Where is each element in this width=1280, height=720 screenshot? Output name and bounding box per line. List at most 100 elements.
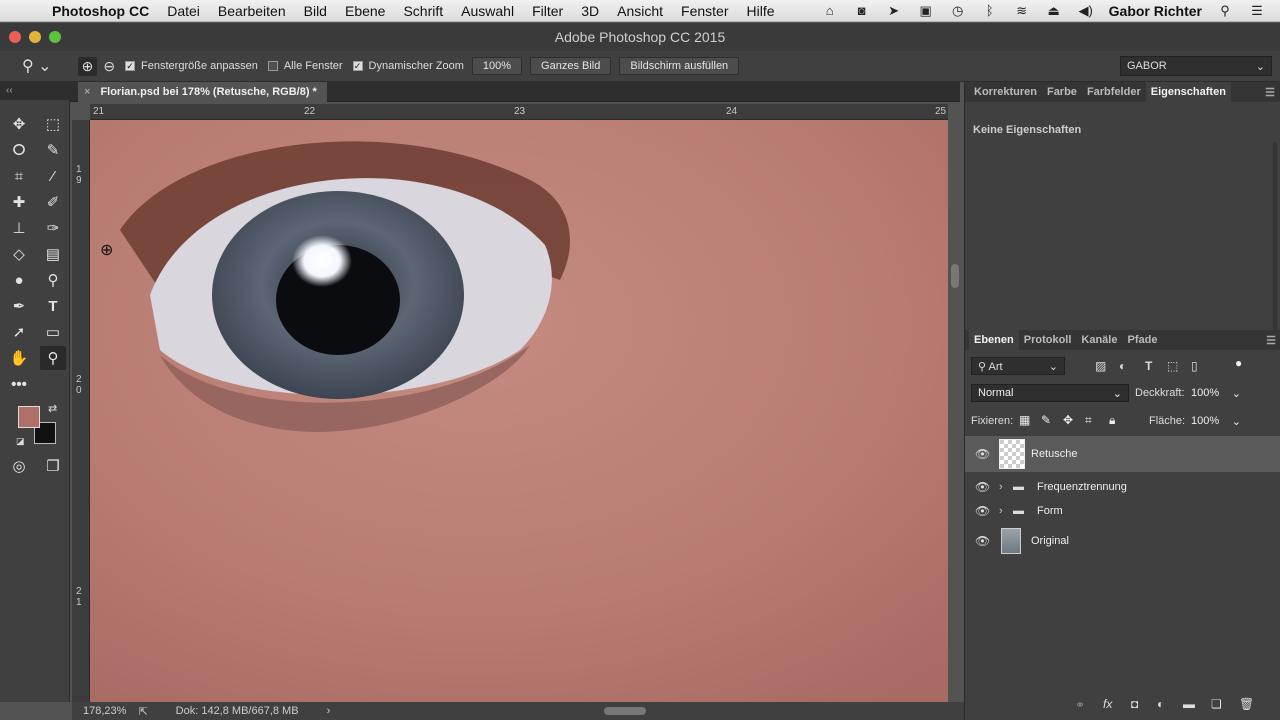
screen-mode-icon[interactable]: ❐ xyxy=(40,454,66,478)
vertical-scrollbar[interactable] xyxy=(948,104,964,702)
layer-row-form[interactable]: 👁︎ › ▬ Form xyxy=(965,500,1280,522)
lock-image-icon[interactable]: ✎ xyxy=(1041,413,1051,427)
layer-style-icon[interactable]: fx xyxy=(1103,697,1112,711)
tab-korrekturen[interactable]: Korrekturen xyxy=(969,86,1042,98)
quick-mask-icon[interactable]: ◎ xyxy=(6,454,32,478)
menu-app[interactable]: Photoshop CC xyxy=(42,3,158,19)
close-tab-icon[interactable]: × xyxy=(84,86,90,98)
new-layer-icon[interactable]: ❏ xyxy=(1211,697,1222,711)
move-tool-icon[interactable]: ✥ xyxy=(6,112,32,136)
workspace-select[interactable]: GABOR ⌄ xyxy=(1120,56,1272,76)
horizontal-ruler[interactable]: 21 22 23 24 25 xyxy=(90,104,948,120)
bluetooth-icon[interactable]: ᛒ xyxy=(981,3,999,18)
menu-filter[interactable]: Filter xyxy=(523,3,572,19)
tab-ebenen[interactable]: Ebenen xyxy=(969,330,1019,350)
link-layers-icon[interactable]: ⚭ xyxy=(1075,698,1085,712)
eyedropper-tool-icon[interactable]: ⁄ xyxy=(40,164,66,188)
zoom-window-icon[interactable] xyxy=(49,31,61,43)
status-zoom[interactable]: 178,23% xyxy=(83,705,126,717)
vertical-ruler[interactable]: 1 9 2 0 2 1 xyxy=(72,120,90,702)
status-menu-chevron-icon[interactable]: › xyxy=(327,705,331,717)
zoom-tool-icon[interactable]: ⚲ xyxy=(40,346,66,370)
share-icon[interactable]: ⇱ xyxy=(138,705,147,718)
menu-bild[interactable]: Bild xyxy=(295,3,336,19)
layers-panel-menu-icon[interactable]: ☰ xyxy=(1261,334,1280,347)
swap-colors-icon[interactable]: ⇄ xyxy=(48,402,57,415)
gradient-tool-icon[interactable]: ▤ xyxy=(40,242,66,266)
layer-filter-select[interactable]: ⚲ Art ⌄ xyxy=(971,357,1065,375)
visibility-eye-icon[interactable]: 👁︎ xyxy=(975,480,990,494)
eraser-tool-icon[interactable]: ◇ xyxy=(6,242,32,266)
time-machine-icon[interactable]: ◷ xyxy=(949,3,967,18)
foreground-color-swatch[interactable] xyxy=(18,406,40,428)
fill-screen-button[interactable]: Bildschirm ausfüllen xyxy=(619,57,740,75)
menu-schrift[interactable]: Schrift xyxy=(394,3,452,19)
crop-tool-icon[interactable]: ⌗ xyxy=(6,164,32,188)
wifi-icon[interactable]: ≋ xyxy=(1013,3,1031,18)
menu-datei[interactable]: Datei xyxy=(158,3,209,19)
lasso-tool-icon[interactable]: ⵔ xyxy=(6,138,32,162)
all-windows-checkbox[interactable] xyxy=(267,61,278,71)
lock-position-icon[interactable]: ✥ xyxy=(1063,413,1073,427)
brush-tool-icon[interactable]: ✐ xyxy=(40,190,66,214)
tab-farbe[interactable]: Farbe xyxy=(1042,86,1082,98)
close-window-icon[interactable] xyxy=(9,31,21,43)
tab-protokoll[interactable]: Protokoll xyxy=(1019,334,1077,346)
layer-row-retusche[interactable]: 👁︎ Retusche xyxy=(965,436,1280,472)
visibility-eye-icon[interactable]: 👁︎ xyxy=(975,447,990,461)
spotlight-search-icon[interactable]: ⚲ xyxy=(1216,3,1234,18)
more-tools-icon[interactable]: ••• xyxy=(6,372,32,396)
scrubby-zoom-checkbox[interactable]: ✓ xyxy=(352,61,363,71)
fill-field[interactable]: 100% ⌄ xyxy=(1187,412,1245,430)
zoom-in-icon[interactable]: ⊕ xyxy=(77,56,98,76)
eject-icon[interactable]: ⏏ xyxy=(1045,3,1063,18)
rectangle-tool-icon[interactable]: ▭ xyxy=(40,320,66,344)
minimize-window-icon[interactable] xyxy=(29,31,41,43)
user-name[interactable]: Gabor Richter xyxy=(1109,3,1202,19)
collapse-toolbar-icon[interactable]: ‹‹ xyxy=(6,85,13,96)
type-tool-icon[interactable]: T xyxy=(40,294,66,318)
history-brush-tool-icon[interactable]: ✑ xyxy=(40,216,66,240)
new-group-icon[interactable]: ▬ xyxy=(1183,697,1195,711)
visibility-eye-icon[interactable]: 👁︎ xyxy=(975,534,990,548)
path-selection-tool-icon[interactable]: ➚ xyxy=(6,320,32,344)
delete-layer-icon[interactable]: 🗑︎ xyxy=(1239,697,1254,711)
zoom-tool-preset-icon[interactable]: ⚲ ⌄ xyxy=(22,56,52,76)
opacity-field[interactable]: 100% ⌄ xyxy=(1187,384,1245,402)
fit-screen-button[interactable]: Ganzes Bild xyxy=(530,57,612,75)
tab-pfade[interactable]: Pfade xyxy=(1122,334,1162,346)
zoom-out-icon[interactable]: ⊖ xyxy=(103,58,115,75)
expand-chevron-icon[interactable]: › xyxy=(999,481,1003,493)
canvas-image[interactable] xyxy=(90,120,948,702)
default-colors-icon[interactable]: ◪ xyxy=(16,436,25,447)
blend-mode-select[interactable]: Normal ⌄ xyxy=(971,384,1129,402)
fit-window-checkbox[interactable]: ✓ xyxy=(125,61,136,71)
properties-scrollbar[interactable] xyxy=(1273,142,1277,332)
send-icon[interactable]: ➤ xyxy=(885,3,903,18)
healing-brush-tool-icon[interactable]: ✚ xyxy=(6,190,32,214)
visibility-eye-icon[interactable]: 👁︎ xyxy=(975,504,990,518)
blur-tool-icon[interactable]: ● xyxy=(6,268,32,292)
quick-selection-tool-icon[interactable]: ✎ xyxy=(40,138,66,162)
lock-artboard-icon[interactable]: ⌗ xyxy=(1085,413,1092,428)
filter-pixel-icon[interactable]: ▨ xyxy=(1095,359,1106,373)
vertical-scroll-thumb[interactable] xyxy=(951,264,959,288)
panel-menu-icon[interactable]: ☰ xyxy=(1260,86,1280,99)
filter-type-icon[interactable]: T xyxy=(1145,359,1152,373)
menu-auswahl[interactable]: Auswahl xyxy=(452,3,523,19)
zoom-100-button[interactable]: 100% xyxy=(471,57,523,75)
filter-shape-icon[interactable]: ⬚ xyxy=(1167,359,1178,373)
filter-toggle-icon[interactable]: ● xyxy=(1235,356,1242,370)
filter-smart-object-icon[interactable]: ▯ xyxy=(1191,359,1198,373)
document-canvas[interactable]: ⊕ ❦ xyxy=(90,120,948,702)
hand-tool-icon[interactable]: ✋ xyxy=(6,346,32,370)
new-adjustment-icon[interactable]: ◐ xyxy=(1157,697,1164,711)
marquee-tool-icon[interactable]: ⬚ xyxy=(40,112,66,136)
menu-bearbeiten[interactable]: Bearbeiten xyxy=(209,3,295,19)
horizontal-scroll-thumb[interactable] xyxy=(604,707,647,715)
dodge-tool-icon[interactable]: ⚲ xyxy=(40,268,66,292)
document-tab[interactable]: × Florian.psd bei 178% (Retusche, RGB/8)… xyxy=(78,82,327,102)
clone-stamp-tool-icon[interactable]: ⊥ xyxy=(6,216,32,240)
status-doc-size[interactable]: Dok: 142,8 MB/667,8 MB xyxy=(176,705,299,717)
tab-farbfelder[interactable]: Farbfelder xyxy=(1082,86,1146,98)
